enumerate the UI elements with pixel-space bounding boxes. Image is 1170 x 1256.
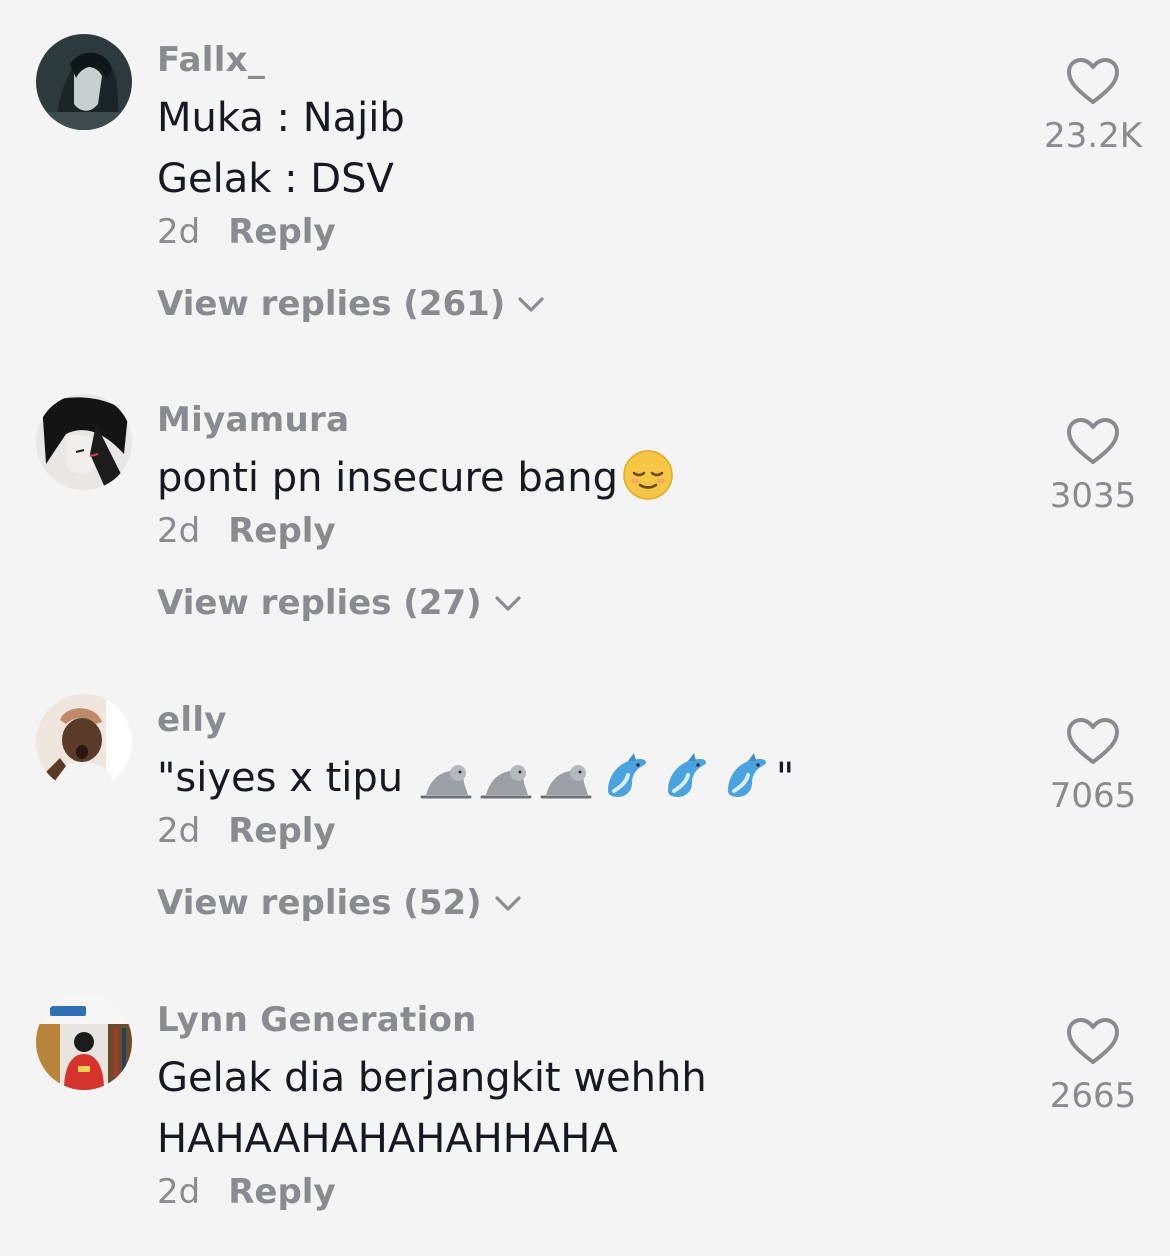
reply-button[interactable]: Reply [228, 811, 335, 851]
comment-text-content: ponti pn insecure bang [157, 455, 618, 501]
view-replies-label: View replies (27) [157, 583, 482, 623]
avatar[interactable] [36, 994, 132, 1090]
comment-meta: 2d Reply [157, 511, 980, 551]
comment-username[interactable]: Fallx_ [157, 38, 980, 82]
like-control: 7065 [1038, 716, 1148, 816]
heart-outline-icon[interactable] [1065, 1016, 1121, 1066]
heart-outline-icon[interactable] [1065, 56, 1121, 106]
comment-text-line: Gelak dia berjangkit wehhh [157, 1055, 707, 1101]
comment-time: 2d [157, 212, 201, 252]
comment-text-suffix: " [775, 755, 795, 801]
comment-text: ponti pn insecure bang [157, 448, 980, 509]
comment-meta: 2d Reply [157, 1172, 980, 1212]
chevron-down-icon [495, 896, 521, 911]
comment-username[interactable]: elly [157, 698, 980, 742]
seal-emoji [420, 765, 472, 799]
dolphin-emoji [667, 753, 706, 797]
reply-button[interactable]: Reply [228, 511, 335, 551]
like-count: 23.2K [1044, 116, 1142, 156]
heart-outline-icon[interactable] [1065, 416, 1121, 466]
like-control: 2665 [1038, 1016, 1148, 1116]
view-replies-label: View replies (52) [157, 883, 482, 923]
comment-text-line: Gelak : DSV [157, 156, 394, 202]
like-count: 2665 [1049, 1076, 1137, 1116]
view-replies-button[interactable]: View replies (261) [157, 284, 980, 324]
comment-meta: 2d Reply [157, 212, 980, 252]
comment-text-line: HAHAAHAHAHAHHAHA [157, 1116, 618, 1162]
comment-text: "siyes x tipu " [157, 748, 980, 809]
comment-username[interactable]: Miyamura [157, 398, 980, 442]
like-control: 3035 [1038, 416, 1148, 516]
seal-emoji [540, 765, 592, 799]
comment-time: 2d [157, 811, 201, 851]
avatar[interactable] [36, 694, 132, 790]
seal-emoji [480, 765, 532, 799]
comment-text-line: Muka : Najib [157, 95, 405, 141]
comment-time: 2d [157, 511, 201, 551]
dolphin-emoji [727, 753, 766, 797]
like-count: 3035 [1049, 476, 1137, 516]
chevron-down-icon [495, 596, 521, 611]
relieved-face-emoji [623, 450, 673, 500]
avatar[interactable] [36, 394, 132, 490]
view-replies-label: View replies (261) [157, 284, 506, 324]
reply-button[interactable]: Reply [228, 212, 335, 252]
heart-outline-icon[interactable] [1065, 716, 1121, 766]
comment-username[interactable]: Lynn Generation [157, 998, 980, 1042]
dolphin-emoji [607, 753, 646, 797]
like-count: 7065 [1049, 776, 1137, 816]
comment-text: Gelak dia berjangkit wehhh HAHAAHAHAHAHH… [157, 1048, 980, 1170]
chevron-down-icon [518, 297, 544, 312]
view-replies-button[interactable]: View replies (52) [157, 883, 980, 923]
view-replies-button[interactable]: View replies (27) [157, 583, 980, 623]
comment-text: Muka : Najib Gelak : DSV [157, 88, 980, 210]
avatar[interactable] [36, 34, 132, 130]
comment-meta: 2d Reply [157, 811, 980, 851]
reply-button[interactable]: Reply [228, 1172, 335, 1212]
like-control: 23.2K [1038, 56, 1148, 156]
comment-time: 2d [157, 1172, 201, 1212]
comment-text-content: "siyes x tipu [157, 755, 404, 801]
